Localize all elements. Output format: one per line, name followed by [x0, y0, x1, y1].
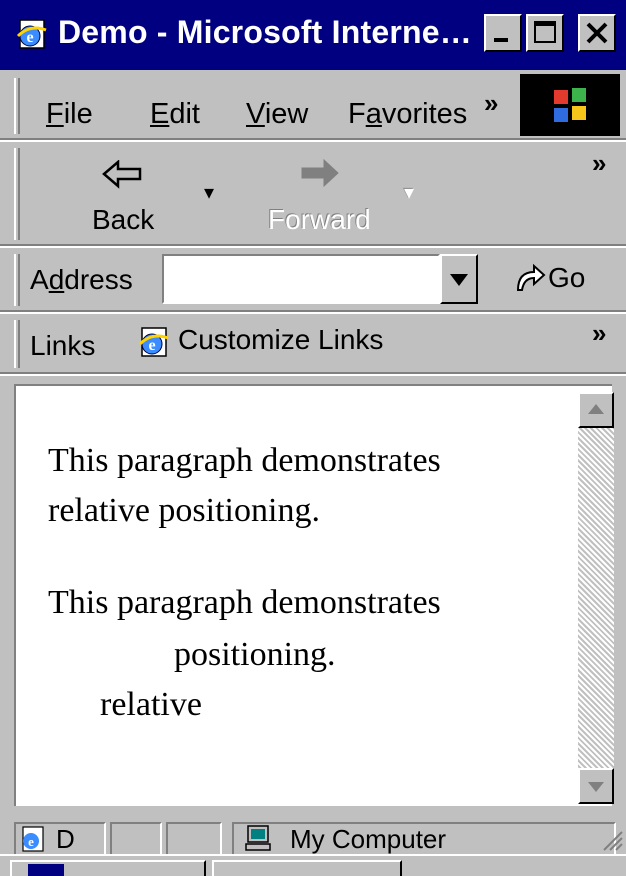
address-label: Address: [30, 264, 133, 295]
menu-band-grip[interactable]: [14, 78, 20, 134]
relative-span: relative: [100, 686, 202, 723]
links-band-grip[interactable]: [14, 320, 20, 368]
windows-flag-icon: [554, 88, 586, 122]
menu-view-label: iew: [264, 98, 309, 130]
ie-link-icon: e: [138, 327, 169, 357]
vertical-scrollbar[interactable]: [578, 392, 614, 804]
page-content[interactable]: This paragraph demonstrates relative pos…: [14, 384, 612, 806]
close-icon: [586, 22, 608, 44]
paragraph-2-line-2: positioning.: [174, 636, 336, 673]
menu-favorites[interactable]: Favorites: [348, 98, 467, 131]
scroll-down-button[interactable]: [578, 768, 614, 804]
menu-edit[interactable]: Edit: [150, 98, 200, 131]
band-separator: [0, 372, 626, 376]
zone-label: My Computer: [290, 824, 447, 854]
paragraph-1-line-2: relative positioning.: [48, 492, 320, 529]
svg-text:e: e: [26, 29, 33, 46]
windows-logo-throbber: [520, 74, 620, 136]
scroll-up-button[interactable]: [578, 392, 614, 428]
ie-status-icon: e: [22, 826, 44, 852]
address-band-grip[interactable]: [14, 254, 20, 306]
status-pane-main: e D: [14, 822, 106, 854]
maximize-icon: [534, 21, 556, 43]
back-button-label[interactable]: Back: [92, 204, 154, 236]
toolbar-chevron[interactable]: »: [592, 148, 606, 179]
customize-links-link[interactable]: Customize Links: [178, 324, 383, 356]
forward-dropdown-icon: ▾: [404, 182, 415, 204]
menu-file[interactable]: File: [46, 98, 93, 131]
scroll-up-arrow-icon: [588, 404, 604, 414]
forward-button-label: Forward: [268, 204, 371, 235]
minimize-icon: [494, 38, 508, 42]
go-button-label[interactable]: Go: [548, 262, 585, 294]
links-chevron[interactable]: »: [592, 318, 606, 349]
ie-page-icon: e: [16, 19, 47, 49]
window-title: Demo - Microsoft Interne…: [58, 14, 472, 50]
status-bar: e D My Computer: [0, 812, 626, 854]
title-bar[interactable]: e Demo - Microsoft Interne…: [0, 0, 626, 70]
address-dropdown-button[interactable]: [440, 254, 478, 304]
browser-window: e Demo - Microsoft Interne… File Edit Vi…: [0, 0, 626, 876]
go-arrow-icon[interactable]: [514, 262, 546, 294]
status-pane-zone: My Computer: [232, 822, 616, 854]
back-arrow-icon[interactable]: [102, 160, 142, 190]
menu-file-label: ile: [63, 98, 93, 130]
menu-chevron[interactable]: »: [484, 88, 498, 119]
maximize-button[interactable]: [526, 14, 564, 52]
paragraph-2-line-1: This paragraph demonstrates: [48, 584, 441, 621]
toolbar-band-grip[interactable]: [14, 148, 20, 240]
menu-view[interactable]: View: [246, 98, 308, 131]
address-label-rest: dress: [64, 264, 133, 295]
svg-text:e: e: [28, 834, 34, 849]
back-dropdown-icon[interactable]: ▾: [204, 180, 214, 205]
status-pane-empty-1: [110, 822, 162, 854]
taskbar-app-icon: [28, 864, 64, 876]
links-label: Links: [30, 330, 96, 361]
paragraph-1-line-1: This paragraph demonstrates: [48, 442, 441, 479]
dropdown-arrow-icon: [450, 274, 468, 286]
close-button[interactable]: [578, 14, 616, 52]
status-pane-empty-2: [166, 822, 222, 854]
forward-arrow-icon: [301, 158, 339, 188]
menu-edit-label: dit: [169, 98, 200, 130]
svg-text:e: e: [148, 337, 155, 354]
status-text: D: [56, 824, 75, 854]
resize-grip-icon[interactable]: [600, 828, 624, 852]
address-input[interactable]: [162, 254, 440, 304]
minimize-button[interactable]: [484, 14, 522, 52]
menu-favorites-label: vorites: [381, 98, 468, 130]
my-computer-icon: [245, 825, 271, 851]
taskbar: [0, 854, 626, 876]
scroll-down-arrow-icon: [588, 782, 604, 792]
